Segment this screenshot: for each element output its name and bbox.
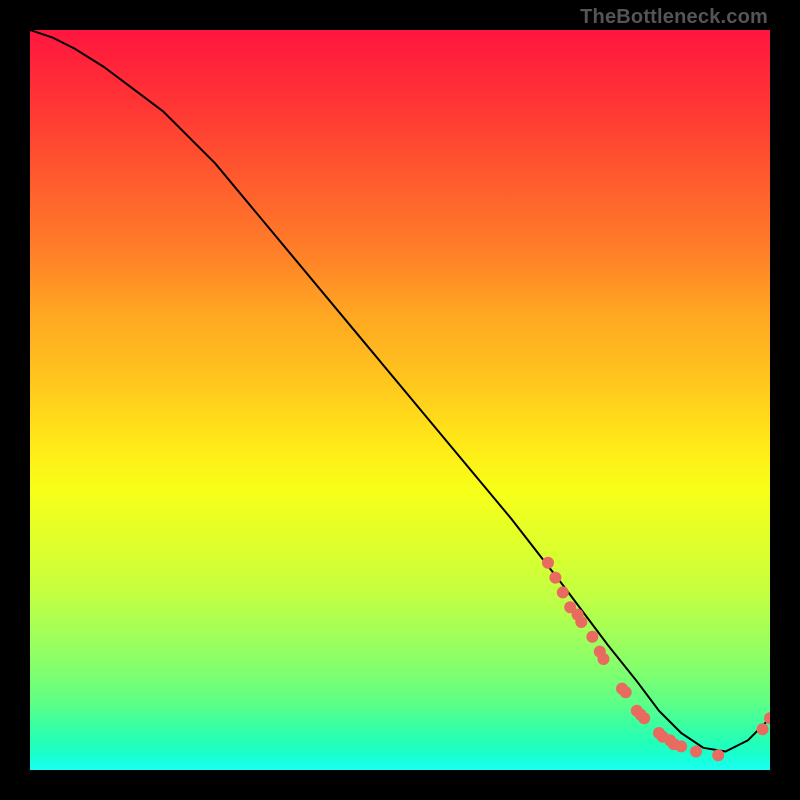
data-point: [675, 740, 687, 752]
data-point: [757, 723, 769, 735]
chart-svg: [30, 30, 770, 770]
data-point: [690, 746, 702, 758]
data-point: [557, 586, 569, 598]
data-point: [598, 653, 610, 665]
data-point: [586, 631, 598, 643]
chart-container: TheBottleneck.com: [0, 0, 800, 800]
data-point: [712, 749, 724, 761]
plot-area: [30, 30, 770, 770]
data-point: [638, 712, 650, 724]
data-point: [542, 557, 554, 569]
data-point: [575, 616, 587, 628]
series-curve: [30, 30, 770, 752]
watermark-text: TheBottleneck.com: [580, 6, 768, 29]
data-point: [620, 686, 632, 698]
data-point: [549, 572, 561, 584]
